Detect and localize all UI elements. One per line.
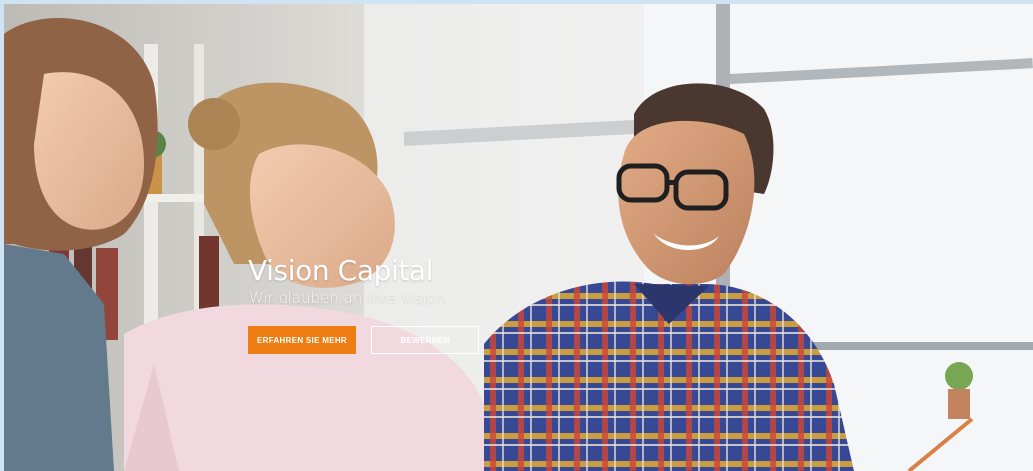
hero-title: Vision Capital	[248, 254, 434, 287]
hero-background-photo	[4, 4, 1033, 471]
hero-text-block: Vision Capital Wir glauben an Ihre Visio…	[248, 254, 451, 308]
apply-button[interactable]: BEWERBEN	[371, 326, 479, 354]
hero-buttons: ERFAHREN SIE MEHR BEWERBEN	[248, 326, 479, 354]
hero-subtitle: Wir glauben an Ihre Vision.	[249, 289, 451, 307]
hero-section: Vision Capital Wir glauben an Ihre Visio…	[4, 4, 1033, 471]
learn-more-button[interactable]: ERFAHREN SIE MEHR	[248, 326, 356, 354]
